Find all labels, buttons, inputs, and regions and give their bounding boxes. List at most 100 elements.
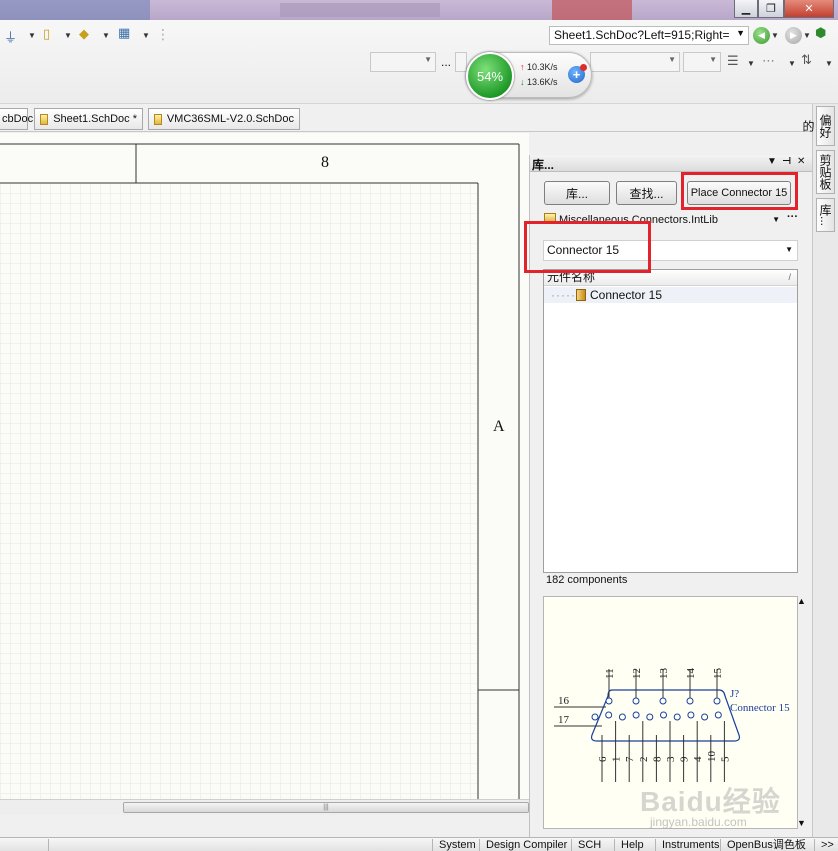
toolbar-combo[interactable]: ▼: [370, 52, 436, 72]
place-component-button[interactable]: Place Connector 15: [687, 181, 791, 205]
pin-label: 16: [558, 695, 570, 707]
connector-pin-hole: [605, 711, 613, 719]
chevron-down-icon[interactable]: ▼: [747, 59, 755, 68]
preview-scrollbar[interactable]: ▲ ▼: [796, 596, 810, 829]
connector-pin-hole: [713, 697, 721, 705]
baidu-watermark-url: jingyan.baidu.com: [650, 815, 747, 829]
library-name: Miscellaneous Connectors.IntLib: [559, 214, 718, 226]
status-item-sch[interactable]: SCH: [571, 839, 607, 851]
swap-icon[interactable]: ⇅: [801, 52, 812, 68]
pin-label: 4: [692, 756, 704, 762]
chevron-down-icon: ▼: [668, 55, 676, 64]
tab-sheet1[interactable]: Sheet1.SchDoc *: [34, 108, 143, 130]
toolbar-ellipsis[interactable]: ...: [441, 55, 451, 69]
align-icon[interactable]: ☰: [727, 53, 739, 69]
back-icon[interactable]: ◀: [753, 27, 770, 44]
chevron-down-icon[interactable]: ▼: [102, 31, 110, 40]
connector-pin-hole: [660, 711, 667, 719]
connector-pin-hole: [646, 713, 654, 721]
tab-cbdoc[interactable]: cbDoc: [0, 108, 33, 130]
distribute-icon[interactable]: ⋯: [762, 53, 775, 69]
search-button[interactable]: 查找...: [616, 181, 677, 205]
network-speed-widget[interactable]: 54% ↑ 10.3K/s ↓ 13.6K/s +: [466, 52, 592, 100]
home-icon[interactable]: ⬢: [815, 25, 826, 41]
library-select[interactable]: Miscellaneous Connectors.IntLib ▼ ···: [544, 211, 798, 231]
pin-label: 9: [679, 756, 691, 762]
pin-label: 2: [638, 757, 650, 763]
download-arrow-icon: ↓: [520, 77, 525, 87]
chevron-down-icon[interactable]: ▼: [788, 59, 796, 68]
side-panel-strip: 偏好的 剪贴板 库...: [801, 104, 838, 837]
component-comment: Connector 15: [730, 702, 790, 714]
schematic-canvas[interactable]: 8 A: [0, 133, 529, 799]
scroll-down-icon[interactable]: ▼: [797, 818, 806, 828]
grid-icon[interactable]: ▦: [118, 25, 130, 41]
chevron-down-icon[interactable]: ▼: [771, 31, 779, 40]
connector-pin-hole: [659, 697, 667, 705]
pin-label: 8: [651, 756, 663, 762]
scroll-up-icon[interactable]: ▲: [797, 596, 806, 606]
pin-label: 10: [706, 751, 718, 763]
sheet-navigation-text: Sheet1.SchDoc?Left=915;Right=: [554, 28, 730, 42]
baidu-watermark-logo: Baidu经验: [640, 786, 781, 817]
connector-pin-hole: [632, 711, 640, 719]
tree-line: ·····: [551, 288, 576, 302]
list-item[interactable]: ····· Connector 15: [544, 287, 797, 303]
pin-icon[interactable]: ⊣: [782, 156, 791, 167]
library-icon: [544, 213, 556, 224]
connector-pin-hole: [591, 713, 599, 721]
libraries-button[interactable]: 库...: [544, 181, 610, 205]
pin-label: 12: [631, 668, 643, 679]
status-item-instruments[interactable]: Instruments: [655, 839, 725, 851]
pin-label: 15: [712, 668, 724, 680]
status-item-system[interactable]: System: [432, 839, 482, 851]
title-bar: ▁ ❐ ✕: [0, 0, 838, 20]
toolbar-combo[interactable]: ▼: [683, 52, 721, 72]
chevron-down-icon[interactable]: ▼: [28, 31, 36, 40]
canvas-horizontal-scrollbar[interactable]: |||: [0, 799, 529, 815]
pin-label: 13: [658, 668, 670, 680]
title-bar-blurred-region: [552, 0, 632, 20]
status-item-openbus[interactable]: OpenBus调色板: [720, 839, 812, 851]
chevron-down-icon[interactable]: ▼: [142, 31, 150, 40]
status-more[interactable]: >>: [814, 839, 838, 851]
more-options-icon[interactable]: ···: [787, 211, 798, 223]
tab-libraries[interactable]: 库...: [816, 198, 835, 232]
close-icon: ✕: [804, 3, 814, 15]
forward-icon[interactable]: ▶: [785, 27, 802, 44]
close-icon[interactable]: ✕: [797, 156, 805, 167]
tab-vmc36sml[interactable]: VMC36SML-V2.0.SchDoc: [148, 108, 300, 130]
ground-icon[interactable]: ⏚: [4, 27, 17, 46]
status-item-design-compiler[interactable]: Design Compiler: [479, 839, 573, 851]
chevron-down-icon: ▼: [736, 28, 745, 38]
component-list[interactable]: 元件名称 / ····· Connector 15: [543, 269, 798, 573]
chevron-down-icon[interactable]: ▼: [803, 31, 811, 40]
component-icon: [575, 289, 586, 301]
chevron-down-icon[interactable]: ▼: [64, 31, 72, 40]
status-item-help[interactable]: Help: [614, 839, 650, 851]
tab-favorites[interactable]: 偏好的: [801, 106, 835, 146]
restore-button[interactable]: ❐: [758, 0, 784, 18]
toolbar-combo[interactable]: [455, 52, 467, 72]
connector-pin-hole: [673, 713, 681, 721]
panel-menu-icon[interactable]: ▼: [767, 156, 777, 167]
toolbar-combo[interactable]: ▼: [590, 52, 680, 72]
document-tab-bar: cbDoc Sheet1.SchDoc * VMC36SML-V2.0.SchD…: [0, 104, 812, 132]
network-usage-gauge: 54%: [466, 52, 514, 100]
close-window-button[interactable]: ✕: [784, 0, 834, 18]
pin-label: 6: [597, 756, 609, 762]
plus-icon[interactable]: +: [568, 64, 587, 83]
library-panel-title: 库...: [532, 158, 555, 172]
component-filter-input[interactable]: Connector 15 ▼: [543, 240, 798, 261]
chevron-down-icon[interactable]: ▼: [825, 59, 833, 68]
sheet-entry-icon[interactable]: ◆: [79, 26, 89, 42]
tab-clipboard[interactable]: 剪贴板: [816, 150, 835, 194]
pin-label: 14: [685, 668, 697, 680]
status-separator: [48, 839, 49, 851]
port-icon[interactable]: ▯: [43, 26, 50, 42]
component-filter-value: Connector 15: [547, 243, 620, 257]
scrollbar-thumb[interactable]: |||: [123, 802, 529, 813]
sheet-navigation-combo[interactable]: Sheet1.SchDoc?Left=915;Right= ▼: [549, 26, 749, 45]
minimize-button[interactable]: ▁: [734, 0, 758, 18]
component-name-column-header[interactable]: 元件名称 /: [544, 270, 797, 286]
